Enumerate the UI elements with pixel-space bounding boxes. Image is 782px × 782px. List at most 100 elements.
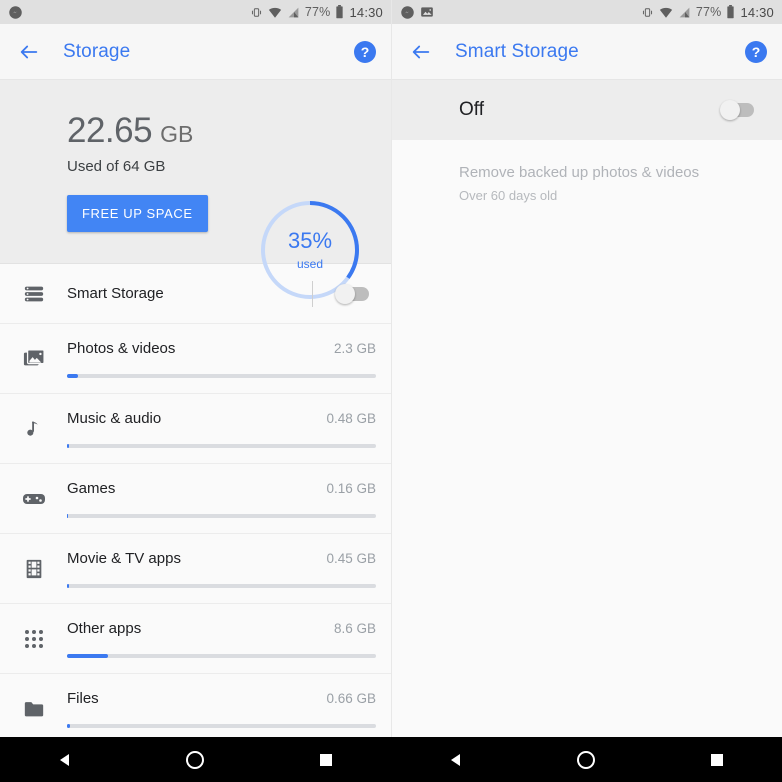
- folder-icon: [0, 698, 67, 720]
- messenger-icon: [9, 5, 22, 19]
- dual-screenshot: 77% 14:30 Storage ? 22.65 GB Used of 64 …: [0, 0, 782, 782]
- battery-percent-label: 77%: [695, 5, 722, 19]
- games-icon: [0, 487, 67, 511]
- category-name: Music & audio: [67, 409, 162, 427]
- storage-summary-text: 22.65 GB Used of 64 GB FREE UP SPACE: [0, 111, 208, 232]
- svg-text:?: ?: [752, 44, 761, 60]
- smart-storage-screen: 77% 14:30 Smart Storage ? Off Remove bac…: [391, 0, 782, 782]
- category-header: Files 0.66 GB: [67, 690, 376, 707]
- category-usage-bar: [67, 513, 376, 518]
- used-of-label: Used of 64 GB: [67, 158, 166, 175]
- category-name: Photos & videos: [67, 339, 176, 357]
- category-body: Movie & TV apps 0.45 GB: [67, 550, 391, 588]
- back-arrow-icon[interactable]: [14, 37, 44, 67]
- cellular-signal-icon: [679, 7, 690, 17]
- list-item[interactable]: Files 0.66 GB: [0, 674, 391, 744]
- smart-storage-toggle-wrap: [312, 280, 391, 307]
- nav-back-icon[interactable]: [436, 740, 476, 780]
- sidebar-item-smart-storage[interactable]: Smart Storage: [0, 264, 391, 324]
- storage-summary-card: 22.65 GB Used of 64 GB FREE UP SPACE 35%…: [0, 80, 391, 299]
- page-title: Smart Storage: [455, 40, 579, 62]
- nav-group-right: [391, 737, 782, 782]
- storage-list: Smart Storage Photos & videos 2.3 GB Mus…: [0, 264, 391, 744]
- nav-back-icon[interactable]: [45, 740, 85, 780]
- status-system-icons: 77% 14:30: [250, 5, 383, 20]
- battery-icon: [727, 5, 735, 19]
- status-bar-left: 77% 14:30: [0, 0, 391, 24]
- category-body: Games 0.16 GB: [67, 480, 391, 518]
- smart-storage-toggle[interactable]: [335, 283, 369, 304]
- system-navigation-bar: [0, 737, 782, 782]
- vibrate-icon: [251, 7, 261, 17]
- used-number: 22.65: [67, 111, 153, 150]
- back-arrow-icon[interactable]: [406, 37, 436, 67]
- category-usage-bar: [67, 653, 376, 658]
- vibrate-icon: [642, 7, 652, 17]
- app-bar-left: Storage ?: [0, 24, 391, 80]
- storage-screen: 77% 14:30 Storage ? 22.65 GB Used of 64 …: [0, 0, 391, 782]
- category-usage-fill: [67, 373, 79, 378]
- nav-home-icon[interactable]: [175, 740, 215, 780]
- category-size: 0.48 GB: [326, 410, 376, 426]
- category-body: Files 0.66 GB: [67, 690, 391, 728]
- category-body: Other apps 8.6 GB: [67, 620, 391, 658]
- option-subtitle: Over 60 days old: [459, 188, 558, 203]
- status-system-icons: 77% 14:30: [641, 5, 774, 20]
- page-title: Storage: [63, 40, 131, 62]
- photos-icon: [0, 348, 67, 370]
- nav-recents-icon[interactable]: [306, 740, 346, 780]
- category-name: Movie & TV apps: [67, 549, 181, 567]
- toggle-knob: [720, 100, 740, 120]
- smart-storage-option: Remove backed up photos & videos Over 60…: [392, 140, 782, 203]
- svg-text:?: ?: [361, 44, 370, 60]
- list-item[interactable]: Music & audio 0.48 GB: [0, 394, 391, 464]
- category-usage-fill: [67, 583, 70, 588]
- category-header: Movie & TV apps 0.45 GB: [67, 550, 376, 567]
- category-usage-bar: [67, 723, 376, 728]
- used-amount: 22.65 GB: [67, 111, 208, 151]
- master-switch-toggle-wrap: [720, 100, 754, 120]
- category-usage-fill: [67, 443, 70, 448]
- used-unit: GB: [160, 121, 194, 147]
- category-usage-fill: [67, 653, 109, 658]
- category-header: Other apps 8.6 GB: [67, 620, 376, 637]
- category-body: Photos & videos 2.3 GB: [67, 340, 391, 378]
- cellular-signal-icon: [288, 7, 299, 17]
- free-up-space-button[interactable]: FREE UP SPACE: [67, 195, 208, 232]
- messenger-icon: [401, 5, 414, 19]
- category-usage-bar: [67, 373, 376, 378]
- music-icon: [0, 418, 67, 440]
- screenshot-icon: [421, 7, 433, 17]
- option-title: Remove backed up photos & videos: [459, 164, 700, 181]
- status-bar-right: 77% 14:30: [392, 0, 782, 24]
- category-size: 2.3 GB: [333, 340, 376, 356]
- category-usage-fill: [67, 723, 71, 728]
- vertical-divider: [312, 280, 313, 307]
- smart-storage-label: Smart Storage: [67, 285, 164, 302]
- movies-icon: [0, 558, 67, 580]
- help-icon[interactable]: ?: [744, 40, 768, 64]
- status-notification-icons: [8, 5, 23, 20]
- list-item[interactable]: Games 0.16 GB: [0, 464, 391, 534]
- category-usage-bar: [67, 583, 376, 588]
- master-switch-toggle[interactable]: [720, 100, 754, 120]
- list-item[interactable]: Movie & TV apps 0.45 GB: [0, 534, 391, 604]
- category-usage-bar: [67, 443, 376, 448]
- category-name: Other apps: [67, 619, 142, 637]
- nav-recents-icon[interactable]: [697, 740, 737, 780]
- category-name: Games: [67, 479, 116, 497]
- list-item[interactable]: Photos & videos 2.3 GB: [0, 324, 391, 394]
- clock-label: 14:30: [349, 4, 383, 20]
- category-body: Music & audio 0.48 GB: [67, 410, 391, 448]
- nav-group-left: [0, 737, 391, 782]
- battery-icon: [336, 5, 344, 19]
- status-notification-icons: [400, 5, 434, 20]
- help-icon[interactable]: ?: [353, 40, 377, 64]
- battery-percent-label: 77%: [304, 5, 331, 19]
- list-item[interactable]: Other apps 8.6 GB: [0, 604, 391, 674]
- master-switch-row[interactable]: Off: [392, 80, 782, 140]
- master-switch-label: Off: [459, 99, 484, 120]
- category-usage-fill: [67, 513, 68, 518]
- nav-home-icon[interactable]: [566, 740, 606, 780]
- category-header: Games 0.16 GB: [67, 480, 376, 497]
